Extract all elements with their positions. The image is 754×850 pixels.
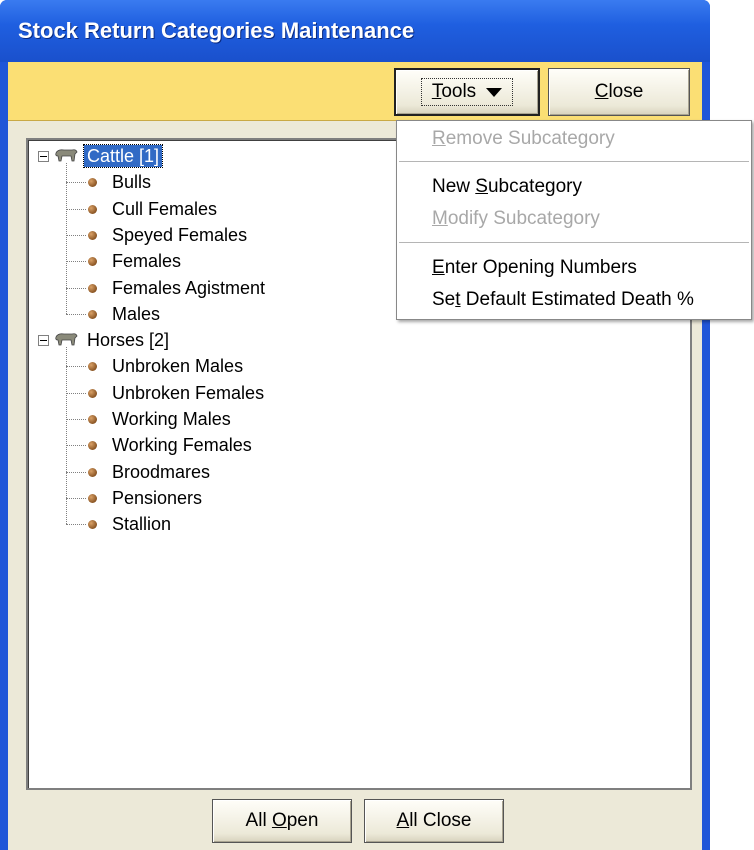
tree-connector (66, 497, 86, 499)
tree-item[interactable]: Cull Females (112, 198, 217, 220)
tree-connector (66, 182, 86, 184)
toolbar: Tools Close (8, 62, 702, 121)
tree-connector (66, 163, 67, 314)
bullet-icon (88, 362, 97, 372)
tree-connector (66, 313, 86, 315)
all-close-button[interactable]: All Close (364, 799, 504, 843)
bullet-icon (88, 204, 97, 214)
tree-connector (66, 208, 86, 210)
tree-item[interactable]: Working Males (112, 408, 231, 430)
bullet-icon (88, 493, 97, 503)
bullet-icon (88, 283, 97, 293)
tree-connector (66, 445, 86, 447)
all-open-button[interactable]: All Open (212, 799, 352, 843)
bullet-icon (88, 520, 97, 530)
tree-item[interactable]: Females Agistment (112, 277, 265, 299)
bullet-icon (88, 257, 97, 267)
tools-button[interactable]: Tools (394, 68, 540, 116)
menu-separator (399, 242, 749, 244)
menu-separator (399, 161, 749, 163)
tree-category[interactable]: Cattle [1] (82, 144, 164, 168)
collapse-icon[interactable] (38, 151, 49, 162)
tree-connector (66, 287, 86, 289)
menu-item-enter-opening-numbers[interactable]: Enter Opening Numbers (432, 254, 637, 282)
bullet-icon (88, 178, 97, 188)
menu-item-set-default-death[interactable]: Set Default Estimated Death % (432, 286, 694, 314)
tree-item[interactable]: Males (112, 303, 160, 325)
bullet-icon (88, 441, 97, 451)
title-bar[interactable]: Stock Return Categories Maintenance (0, 0, 710, 62)
bullet-icon (88, 415, 97, 424)
menu-item-modify-subcategory[interactable]: Modify Subcategory (432, 205, 600, 233)
tree-item[interactable]: Pensioners (112, 487, 202, 509)
tree-item[interactable]: Broodmares (112, 461, 210, 483)
tree-connector (66, 471, 86, 473)
bullet-icon (88, 388, 97, 398)
collapse-icon[interactable] (38, 335, 49, 347)
tools-button-focus: Tools (420, 78, 514, 106)
tree-connector (66, 392, 86, 394)
tree-connector (66, 366, 86, 368)
bullet-icon (88, 230, 97, 240)
bullet-icon (88, 309, 97, 319)
menu-item-remove-subcategory[interactable]: Remove Subcategory (432, 125, 615, 153)
close-button[interactable]: Close (548, 68, 690, 116)
tools-dropdown-menu: Remove Subcategory New Subcategory Modif… (396, 120, 752, 320)
close-button-label: Close (594, 81, 644, 102)
tree-connector (66, 261, 86, 263)
tree-category[interactable]: Horses [2] (84, 329, 172, 351)
all-close-label: All Close (396, 810, 472, 831)
tree-connector (66, 234, 86, 236)
tree-item[interactable]: Working Females (112, 434, 252, 456)
tree-item[interactable]: Females (112, 250, 181, 272)
tree-item[interactable]: Unbroken Males (112, 355, 243, 377)
menu-item-new-subcategory[interactable]: New Subcategory (432, 173, 582, 201)
all-open-label: All Open (245, 810, 319, 831)
caret-down-icon (486, 87, 503, 97)
bullet-icon (88, 467, 97, 477)
window-title: Stock Return Categories Maintenance (18, 18, 415, 43)
tools-button-label: Tools (431, 81, 477, 102)
tree-connector (66, 524, 86, 526)
tree-item[interactable]: Unbroken Females (112, 382, 264, 404)
tree-connector (66, 347, 67, 525)
tree-item[interactable]: Stallion (112, 513, 171, 535)
tree-connector (66, 419, 86, 420)
tree-item[interactable]: Bulls (112, 171, 151, 193)
tree-item[interactable]: Speyed Females (112, 224, 247, 246)
